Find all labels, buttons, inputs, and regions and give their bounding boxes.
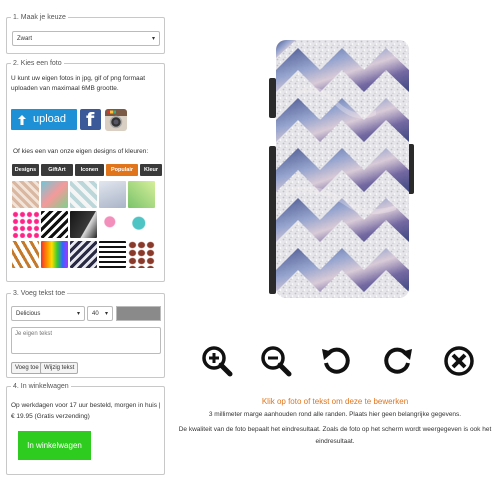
tab-populair[interactable]: Populair — [106, 164, 138, 176]
step3-panel: 3. Voeg tekst toe Delicious ▾ 40 ▾ Voeg … — [6, 289, 165, 378]
design-thumbnail[interactable] — [70, 181, 97, 208]
shipping-info: Op werkdagen voor 17 uur besteld, morgen… — [11, 402, 161, 420]
tab-giftart[interactable]: GiftArt — [41, 164, 73, 176]
upload-instructions: U kunt uw eigen fotos in jpg, gif of png… — [11, 75, 146, 92]
design-thumbnail[interactable] — [128, 211, 155, 238]
chevron-down-icon: ▾ — [104, 311, 108, 317]
font-size-select[interactable]: 40 ▾ — [87, 306, 113, 321]
tab-iconen[interactable]: Iconen — [75, 164, 104, 176]
chevron-down-icon: ▾ — [76, 311, 80, 317]
case-side-button — [269, 146, 276, 294]
facebook-button[interactable]: f — [80, 109, 101, 131]
zoom-in-icon[interactable] — [200, 344, 234, 378]
design-thumbnail[interactable] — [41, 181, 68, 208]
facebook-icon: f — [86, 109, 95, 131]
upload-label: upload — [33, 113, 67, 125]
upload-arrow-icon — [18, 115, 26, 125]
font-select[interactable]: Delicious ▾ — [11, 306, 85, 321]
design-thumbnail[interactable] — [70, 211, 97, 238]
design-thumbnail[interactable] — [41, 241, 68, 268]
quality-note: De kwaliteit van de foto bepaalt het ein… — [178, 426, 492, 445]
instagram-icon — [105, 109, 127, 129]
step1-legend: 1. Maak je keuze — [11, 13, 68, 23]
chevron-pattern — [276, 40, 409, 298]
step1-panel: 1. Maak je keuze Zwart ▾ — [6, 13, 165, 54]
text-color-swatch[interactable] — [116, 306, 161, 321]
tab-designs[interactable]: Designs — [12, 164, 39, 176]
design-thumbnail[interactable] — [128, 241, 155, 268]
step3-legend: 3. Voeg tekst toe — [11, 289, 68, 299]
remove-icon[interactable] — [442, 344, 476, 378]
chevron-down-icon: ▾ — [151, 36, 155, 42]
design-thumbnail[interactable] — [99, 181, 126, 208]
custom-text-input[interactable] — [11, 327, 161, 354]
design-thumbnail[interactable] — [12, 181, 39, 208]
case-design-image[interactable] — [276, 40, 409, 298]
design-thumbnail[interactable] — [12, 241, 39, 268]
design-thumbnail[interactable] — [70, 241, 97, 268]
step4-panel: 4. In winkelwagen Op werkdagen voor 17 u… — [6, 382, 165, 475]
edit-hint: Klik op foto of tekst om deze te bewerke… — [261, 397, 409, 406]
instagram-button[interactable] — [105, 109, 127, 131]
step4-legend: 4. In winkelwagen — [11, 382, 71, 392]
font-value: Delicious — [16, 311, 41, 317]
phone-case-preview[interactable] — [268, 40, 414, 302]
tab-kleur[interactable]: Kleur — [140, 164, 162, 176]
font-size-value: 40 — [92, 311, 99, 317]
upload-button[interactable]: upload — [11, 109, 77, 130]
design-thumbnail[interactable] — [128, 181, 155, 208]
designs-intro: Of kies een van onze eigen designs of kl… — [13, 148, 149, 155]
margin-note: 3 millimeter marge aanhouden rond alle r… — [208, 411, 462, 418]
design-thumbnail[interactable] — [99, 211, 126, 238]
design-thumbnail[interactable] — [99, 241, 126, 268]
edit-text-button[interactable]: Wijzig tekst — [40, 362, 79, 374]
add-to-cart-button[interactable]: In winkelwagen — [18, 431, 91, 460]
case-side-button — [269, 78, 276, 118]
rotate-left-icon[interactable] — [319, 344, 353, 378]
case-color-value: Zwart — [17, 36, 32, 42]
zoom-out-icon[interactable] — [259, 344, 293, 378]
design-thumbnail[interactable] — [41, 211, 68, 238]
case-color-select[interactable]: Zwart ▾ — [12, 31, 160, 46]
design-thumbnail[interactable] — [12, 211, 39, 238]
rotate-right-icon[interactable] — [381, 344, 415, 378]
add-text-button[interactable]: Voeg toe — [11, 362, 43, 374]
step2-legend: 2. Kies een foto — [11, 59, 64, 69]
